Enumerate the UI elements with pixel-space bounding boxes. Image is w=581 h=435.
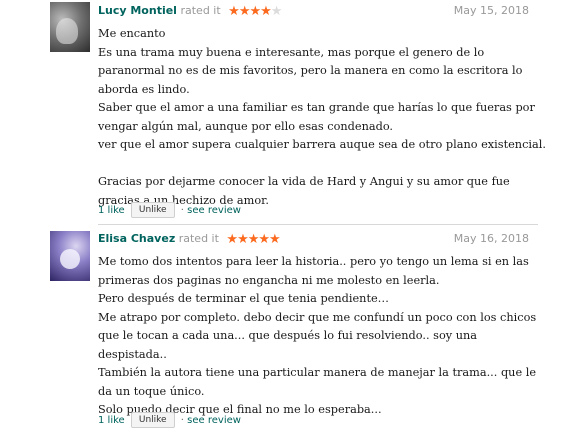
review-line: aborda es lindo.: [98, 82, 190, 96]
review-line: Pero después de terminar el que tenia pe…: [98, 292, 389, 305]
separator: ·: [180, 205, 184, 216]
review-date[interactable]: May 15, 2018: [454, 2, 529, 20]
avatar[interactable]: [50, 231, 90, 281]
unlike-button[interactable]: Unlike: [130, 412, 175, 428]
review-line: Gracias por dejarme conocer la vida de H…: [98, 175, 510, 188]
review-line: También la autora tiene una particular m…: [98, 366, 537, 379]
see-review-link[interactable]: see review: [187, 415, 241, 426]
unlike-button[interactable]: Unlike: [130, 202, 175, 218]
review-line: Me encanto: [98, 27, 166, 40]
star-icon: ★: [269, 232, 281, 247]
review-line: Saber que el amor a una familiar es tan …: [98, 101, 535, 114]
star-icon: ★: [247, 232, 260, 247]
star-rating: ★★★★★: [228, 3, 283, 21]
reviewer-name[interactable]: Elisa Chavez: [98, 232, 175, 245]
see-review-link[interactable]: see review: [187, 205, 241, 216]
star-icon: ★: [238, 4, 251, 19]
review-date[interactable]: May 16, 2018: [454, 230, 529, 248]
review-footer: 1 like Unlike · see review: [98, 202, 241, 220]
review-line: Es una trama muy buena e interesante, ma…: [98, 45, 485, 59]
review-header: Elisa Chavez rated it ★★★★★: [98, 230, 281, 249]
star-icon: ★: [226, 232, 238, 247]
likes-count[interactable]: 1 like: [98, 415, 125, 426]
review-line: vengar algún mal, aunque por ello esas c…: [98, 119, 394, 133]
avatar[interactable]: [50, 2, 90, 52]
review-line: da un toque único.: [98, 384, 205, 398]
review-text: Me encanto Es una trama muy buena e inte…: [98, 25, 546, 210]
review-divider: [98, 224, 538, 225]
rated-it-text: rated it: [178, 232, 219, 245]
rated-it-text: rated it: [180, 4, 221, 17]
star-icon: ★: [228, 4, 240, 19]
star-icon: ★: [260, 4, 272, 19]
review-header: Lucy Montiel rated it ★★★★★: [98, 2, 283, 21]
review-text: Me tomo dos intentos para leer la histor…: [98, 253, 538, 420]
star-icon: ★: [249, 4, 261, 19]
reviewer-name[interactable]: Lucy Montiel: [98, 4, 177, 17]
star-icon: ★: [258, 232, 270, 247]
review-line: primeras dos paginas no engancha ni me m…: [98, 273, 440, 287]
review-line: que le tocan a cada una... que después l…: [98, 329, 478, 342]
star-rating: ★★★★★: [226, 231, 281, 249]
star-icon: ★: [270, 4, 283, 19]
review-footer: 1 like Unlike · see review: [98, 412, 241, 430]
review-line: Me atrapo por completo. debo decir que m…: [98, 310, 537, 324]
star-icon: ★: [237, 232, 249, 247]
likes-count[interactable]: 1 like: [98, 205, 125, 216]
review-line: ver que el amor supera cualquier barrera…: [98, 138, 546, 151]
review-line: despistada..: [98, 347, 167, 361]
separator: ·: [180, 415, 184, 426]
review-line: paranormal no es de mis favoritos, pero …: [98, 64, 523, 77]
review-line: Me tomo dos intentos para leer la histor…: [98, 255, 529, 268]
